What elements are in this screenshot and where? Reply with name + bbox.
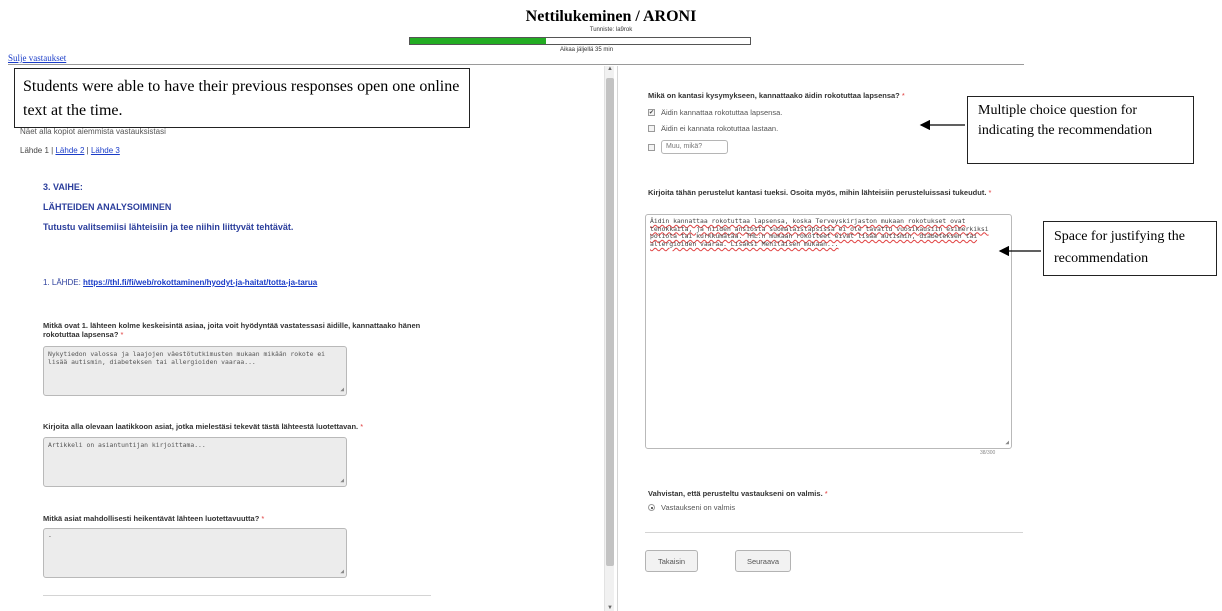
question-1-answer[interactable]: Nykytiedon valossa ja laajojen väestötut…	[43, 346, 347, 396]
resize-handle-icon[interactable]: ◢	[340, 386, 344, 394]
other-input[interactable]: Muu, mikä?	[661, 140, 728, 154]
source-prefix: 1. LÄHDE:	[43, 278, 81, 287]
source-separator: |	[86, 146, 89, 155]
required-marker: *	[261, 514, 265, 523]
source-2-link[interactable]: Lähde 2	[55, 146, 84, 155]
close-answers-link[interactable]: Sulje vastaukset	[8, 53, 66, 63]
required-marker: *	[901, 91, 905, 100]
option-recommend-label: Äidin kannattaa rokotuttaa lapsensa.	[661, 108, 783, 117]
justify-question-label: Kirjoita tähän perustelut kantasi tueksi…	[648, 188, 1018, 197]
character-counter: 38/300	[980, 450, 996, 456]
confirm-question-text: Vahvistan, että perusteltu vastaukseni o…	[648, 489, 823, 498]
phase-instruction: Tutustu valitsemiisi lähteisiin ja tee n…	[43, 222, 294, 232]
question-3-label: Mitkä asiat mahdollisesti heikentävät lä…	[43, 514, 423, 523]
checkbox-icon[interactable]	[648, 125, 655, 132]
source-reference: 1. LÄHDE: https://thl.fi/fi/web/rokottam…	[43, 278, 317, 287]
question-1-answer-text: Nykytiedon valossa ja laajojen väestötut…	[48, 350, 326, 366]
question-2-label: Kirjoita alla olevaan laatikkoon asiat, …	[43, 422, 463, 431]
option-not-recommend[interactable]: Äidin ei kannata rokotuttaa lastaan.	[648, 124, 778, 133]
scroll-up-icon[interactable]: ▲	[605, 66, 615, 72]
justify-question-text: Kirjoita tähän perustelut kantasi tueksi…	[648, 188, 987, 197]
left-bottom-divider	[43, 595, 431, 596]
question-2-answer[interactable]: Artikkeli on asiantuntijan kirjoittama..…	[43, 437, 347, 487]
source-separator: |	[51, 146, 54, 155]
source-3-link[interactable]: Lähde 3	[91, 146, 120, 155]
confirm-ready-option[interactable]: Vastaukseni on valmis	[648, 503, 735, 512]
required-marker: *	[120, 330, 124, 339]
mc-question-text: Mikä on kantasi kysymykseen, kannattaako…	[648, 91, 900, 100]
phase-number: 3. VAIHE:	[43, 182, 83, 192]
question-3-answer[interactable]: - ◢	[43, 528, 347, 578]
justification-textarea[interactable]: Äidin kannattaa rokotuttaa lapsensa, kos…	[645, 214, 1012, 449]
justification-text: Äidin kannattaa rokotuttaa lapsensa, kos…	[650, 217, 989, 248]
checkbox-icon[interactable]	[648, 143, 655, 151]
time-remaining: Aikaa jäljellä 35 min	[560, 47, 614, 53]
app-title: Nettilukeminen / ARONI	[525, 8, 697, 25]
annotation-multiple-choice: Multiple choice question for indicating …	[967, 96, 1194, 164]
phase-title: LÄHTEIDEN ANALYSOIMINEN	[43, 202, 172, 212]
question-1-text: Mitkä ovat 1. lähteen kolme keskeisintä …	[43, 321, 421, 339]
required-marker: *	[824, 489, 828, 498]
scroll-down-icon[interactable]: ▼	[605, 605, 615, 611]
required-marker: *	[988, 188, 992, 197]
question-3-text: Mitkä asiat mahdollisesti heikentävät lä…	[43, 514, 260, 523]
option-recommend[interactable]: ✔ Äidin kannattaa rokotuttaa lapsensa.	[648, 108, 782, 117]
question-2-text: Kirjoita alla olevaan laatikkoon asiat, …	[43, 422, 359, 431]
previous-answers-intro: Näet alla kopiot aiemmista vastauksistas…	[20, 127, 166, 136]
next-button[interactable]: Seuraava	[735, 550, 791, 572]
left-pane-scrollbar[interactable]: ▲ ▼	[604, 66, 614, 611]
resize-handle-icon[interactable]: ◢	[340, 568, 344, 576]
annotation-previous-responses: Students were able to have their previou…	[14, 68, 470, 128]
question-1-label: Mitkä ovat 1. lähteen kolme keskeisintä …	[43, 321, 423, 339]
header-divider	[8, 64, 1024, 65]
source-navigation: Lähde 1 | Lähde 2 | Lähde 3	[20, 146, 120, 155]
mc-question-label: Mikä on kantasi kysymykseen, kannattaako…	[648, 91, 905, 100]
option-other[interactable]: Muu, mikä?	[648, 140, 728, 154]
right-bottom-divider	[645, 532, 1023, 533]
checkbox-checked-icon[interactable]: ✔	[648, 109, 655, 116]
user-id: Tunniste: la9rok	[589, 27, 633, 33]
resize-handle-icon[interactable]: ◢	[1005, 439, 1009, 447]
scroll-thumb[interactable]	[606, 78, 614, 566]
progress-fill	[410, 38, 546, 44]
question-3-answer-text: -	[48, 532, 52, 540]
resize-handle-icon[interactable]: ◢	[340, 477, 344, 485]
option-not-recommend-label: Äidin ei kannata rokotuttaa lastaan.	[661, 124, 779, 133]
annotation-justification: Space for justifying the recommendation	[1043, 221, 1217, 276]
radio-selected-icon[interactable]	[648, 504, 655, 511]
pane-divider	[617, 66, 618, 611]
source-1-current: Lähde 1	[20, 146, 49, 155]
time-progress-bar	[409, 37, 751, 45]
question-2-answer-text: Artikkeli on asiantuntijan kirjoittama..…	[48, 441, 206, 449]
back-button[interactable]: Takaisin	[645, 550, 698, 572]
confirm-ready-label: Vastaukseni on valmis	[661, 503, 736, 512]
confirm-question-label: Vahvistan, että perusteltu vastaukseni o…	[648, 489, 828, 498]
source-url-link[interactable]: https://thl.fi/fi/web/rokottaminen/hyody…	[83, 278, 317, 287]
required-marker: *	[360, 422, 364, 431]
